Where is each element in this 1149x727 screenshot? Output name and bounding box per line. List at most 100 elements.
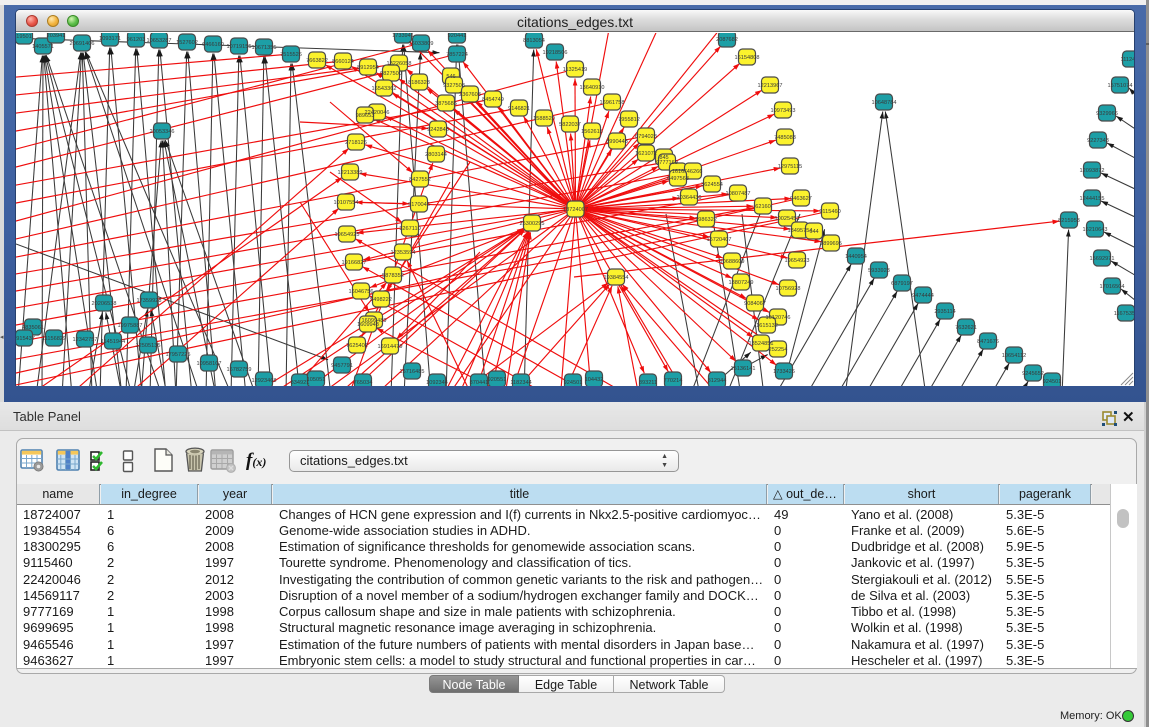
svg-text:644: 644 xyxy=(809,229,818,235)
svg-text:4835061: 4835061 xyxy=(22,325,44,331)
svg-text:12975115: 12975115 xyxy=(778,164,802,170)
svg-text:1588520: 1588520 xyxy=(533,116,555,122)
svg-text:812944: 812944 xyxy=(708,378,727,384)
svg-text:12342757: 12342757 xyxy=(73,337,98,343)
svg-text:16154808: 16154808 xyxy=(735,55,760,61)
svg-text:961203: 961203 xyxy=(127,37,146,43)
svg-text:9227343: 9227343 xyxy=(1087,138,1109,144)
svg-text:25300295: 25300295 xyxy=(520,221,545,227)
svg-text:2935114: 2935114 xyxy=(934,309,955,315)
svg-text:7625402: 7625402 xyxy=(346,343,368,349)
svg-text:8813054: 8813054 xyxy=(523,38,545,44)
svg-text:5498222: 5498222 xyxy=(370,297,392,303)
svg-text:1621072: 1621072 xyxy=(635,151,657,157)
svg-text:1615132: 1615132 xyxy=(756,323,778,329)
svg-text:3624554: 3624554 xyxy=(701,182,723,188)
svg-text:12923468: 12923468 xyxy=(252,378,277,384)
svg-text:9457791: 9457791 xyxy=(331,363,353,369)
svg-text:3875685: 3875685 xyxy=(435,101,457,107)
svg-text:12213967: 12213967 xyxy=(758,83,783,89)
svg-text:12213389: 12213389 xyxy=(338,170,363,176)
svg-text:10807487: 10807487 xyxy=(726,191,751,197)
svg-text:7986322: 7986322 xyxy=(695,217,717,223)
svg-text:15136141: 15136141 xyxy=(731,366,756,372)
svg-text:9242848: 9242848 xyxy=(427,127,449,133)
svg-text:18724007: 18724007 xyxy=(563,207,588,213)
svg-text:16210643: 16210643 xyxy=(1083,227,1108,233)
svg-text:9777169: 9777169 xyxy=(656,160,678,166)
svg-text:546: 546 xyxy=(446,74,455,80)
svg-text:15716485: 15716485 xyxy=(400,369,425,375)
svg-text:10756928: 10756928 xyxy=(776,286,801,292)
svg-text:10107554: 10107554 xyxy=(334,200,359,206)
svg-text:252254: 252254 xyxy=(769,347,788,353)
svg-text:1616: 1616 xyxy=(672,169,684,175)
svg-text:10973493: 10973493 xyxy=(771,108,796,114)
svg-text:10654112: 10654112 xyxy=(1002,353,1026,359)
svg-text:9170046: 9170046 xyxy=(408,202,430,208)
svg-text:8454749: 8454749 xyxy=(482,97,504,103)
svg-text:9084067: 9084067 xyxy=(744,301,766,307)
svg-text:12093872: 12093872 xyxy=(1080,168,1105,174)
svg-text:9245652: 9245652 xyxy=(1022,371,1044,377)
svg-text:18226058: 18226058 xyxy=(387,61,412,67)
svg-text:1182344: 1182344 xyxy=(510,380,531,386)
svg-text:16033809: 16033809 xyxy=(409,41,434,47)
svg-text:16914479: 16914479 xyxy=(378,344,403,350)
svg-text:1112440: 1112440 xyxy=(1121,57,1134,63)
svg-text:11156829: 11156829 xyxy=(42,336,66,342)
svg-text:10671355: 10671355 xyxy=(252,45,277,51)
svg-text:1092344: 1092344 xyxy=(426,380,448,386)
svg-text:19501: 19501 xyxy=(16,34,32,40)
svg-text:11325419: 11325419 xyxy=(563,67,587,73)
svg-text:1440954: 1440954 xyxy=(845,254,867,260)
svg-text:1405571: 1405571 xyxy=(32,44,54,50)
svg-text:19654923: 19654923 xyxy=(785,258,810,264)
svg-text:15692971: 15692971 xyxy=(1090,256,1115,262)
svg-text:16046756: 16046756 xyxy=(349,289,374,295)
svg-text:17016504: 17016504 xyxy=(1100,284,1125,290)
svg-text:18807249: 18807249 xyxy=(729,280,754,286)
svg-text:6879197: 6879197 xyxy=(891,281,913,287)
svg-text:104432: 104432 xyxy=(585,377,604,383)
svg-text:8215953: 8215953 xyxy=(1058,218,1080,224)
svg-text:7515526: 7515526 xyxy=(280,52,302,58)
svg-text:8427552: 8427552 xyxy=(409,177,431,183)
svg-text:17359928: 17359928 xyxy=(137,298,162,304)
svg-text:105051: 105051 xyxy=(307,377,326,383)
svg-text:10719155: 10719155 xyxy=(227,44,252,50)
svg-text:9329966: 9329966 xyxy=(1096,111,1118,117)
svg-text:924501: 924501 xyxy=(564,380,583,386)
svg-text:2718126: 2718126 xyxy=(345,140,367,146)
svg-text:3267110: 3267110 xyxy=(399,226,420,232)
svg-text:16120746: 16120746 xyxy=(766,315,791,321)
svg-text:17957225: 17957225 xyxy=(166,352,191,358)
svg-text:13640910: 13640910 xyxy=(580,85,605,91)
svg-text:9115460: 9115460 xyxy=(819,209,840,215)
svg-text:2367608: 2367608 xyxy=(459,92,481,98)
svg-text:7663822: 7663822 xyxy=(306,58,328,64)
svg-text:8912954: 8912954 xyxy=(357,65,379,71)
svg-text:203941: 203941 xyxy=(47,33,66,39)
svg-text:5822037: 5822037 xyxy=(559,122,581,128)
svg-text:15751074: 15751074 xyxy=(1108,83,1133,89)
svg-text:10025453: 10025453 xyxy=(775,216,800,222)
svg-text:12505135: 12505135 xyxy=(136,343,161,349)
svg-text:1733941: 1733941 xyxy=(392,33,414,39)
svg-text:19218506: 19218506 xyxy=(543,50,568,56)
svg-text:9327508: 9327508 xyxy=(443,83,465,89)
svg-text:7485083: 7485083 xyxy=(774,135,796,141)
svg-text:1527602: 1527602 xyxy=(176,40,198,46)
svg-text:7857224: 7857224 xyxy=(446,52,468,58)
svg-text:5878352: 5878352 xyxy=(382,273,404,279)
svg-text:19975887: 19975887 xyxy=(118,323,143,329)
svg-text:893211: 893211 xyxy=(639,380,657,386)
svg-text:10648784: 10648784 xyxy=(872,100,897,106)
svg-text:20206538: 20206538 xyxy=(92,301,117,307)
svg-text:989653: 989653 xyxy=(356,113,375,119)
svg-text:20364436: 20364436 xyxy=(677,195,702,201)
svg-text:8186328: 8186328 xyxy=(408,80,430,86)
svg-text:1093171: 1093171 xyxy=(99,36,121,42)
svg-text:20053346: 20053346 xyxy=(150,129,175,135)
svg-text:12444155: 12444155 xyxy=(1080,196,1105,202)
